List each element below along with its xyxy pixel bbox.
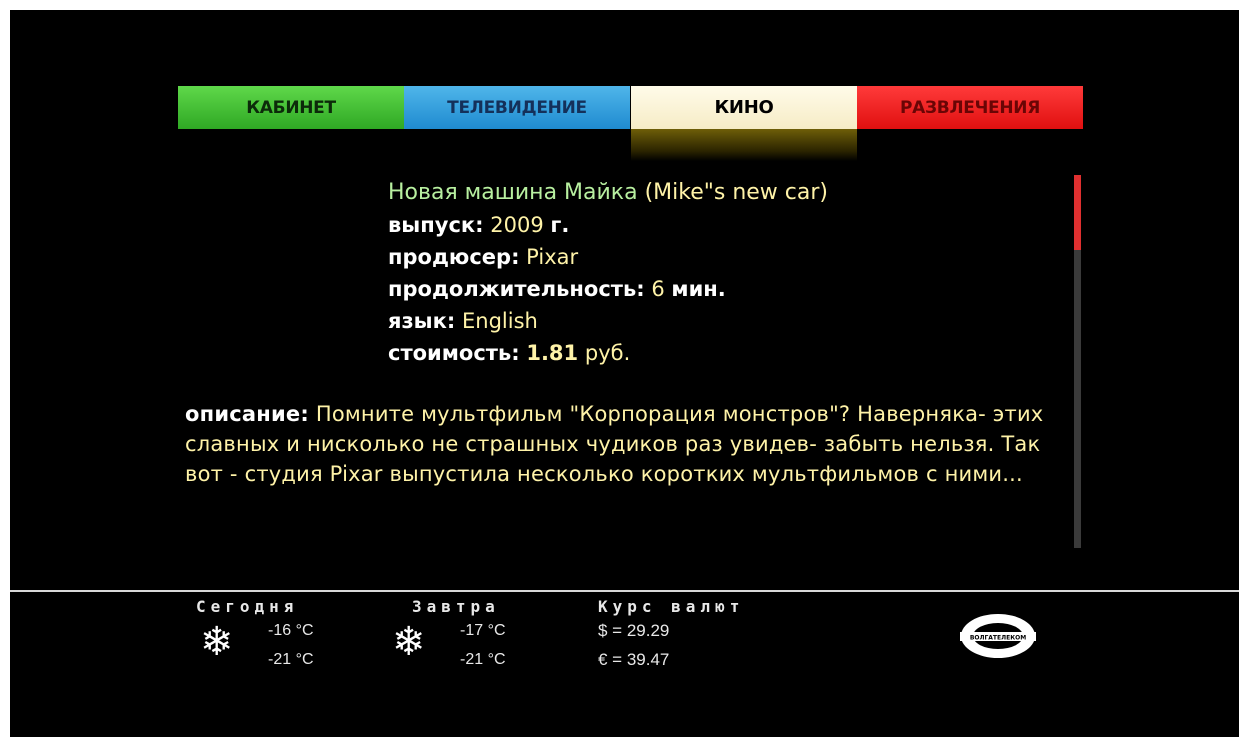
release-suffix: г. bbox=[550, 213, 570, 237]
tab-cabinet[interactable]: КАБИНЕТ bbox=[178, 86, 404, 129]
price-unit: руб. bbox=[584, 341, 631, 365]
price-row: стоимость: 1.81 руб. bbox=[388, 341, 630, 365]
duration-value: 6 bbox=[651, 277, 665, 301]
release-value: 2009 bbox=[490, 213, 544, 237]
tv-screen: КАБИНЕТ ТЕЛЕВИДЕНИЕ КИНО РАЗВЛЕЧЕНИЯ Нов… bbox=[10, 10, 1239, 737]
duration-label: продолжительность: bbox=[388, 277, 645, 301]
tomorrow-low: -21 °C bbox=[460, 651, 506, 668]
footer-divider bbox=[10, 590, 1239, 592]
today-high: -16 °C bbox=[268, 622, 314, 639]
producer-label: продюсер: bbox=[388, 245, 520, 269]
usd-rate: $ = 29.29 bbox=[598, 621, 670, 640]
logo-text: ВОЛГАТЕЛЕКОМ bbox=[970, 635, 1026, 642]
scrollbar-thumb[interactable] bbox=[1074, 175, 1081, 250]
today-low: -21 °C bbox=[268, 651, 314, 668]
language-value: English bbox=[462, 309, 538, 333]
language-row: язык: English bbox=[388, 309, 538, 333]
release-label: выпуск: bbox=[388, 213, 484, 237]
volgatelecom-logo-icon: ВОЛГАТЕЛЕКОМ bbox=[960, 614, 1036, 658]
active-tab-indicator bbox=[631, 129, 857, 161]
release-row: выпуск: 2009 г. bbox=[388, 213, 569, 237]
tab-entertainment[interactable]: РАЗВЛЕЧЕНИЯ bbox=[857, 86, 1083, 129]
description-text: Помните мультфильм "Корпорация монстров"… bbox=[185, 402, 1044, 486]
duration-row: продолжительность: 6 мин. bbox=[388, 277, 726, 301]
tomorrow-label: Завтра bbox=[412, 597, 500, 616]
movie-title: Новая машина Майка (Mike"s new car) bbox=[388, 180, 828, 205]
price-label: стоимость: bbox=[388, 341, 520, 365]
tab-kino[interactable]: КИНО bbox=[631, 86, 857, 129]
snowflake-icon: ❄ bbox=[200, 619, 234, 665]
producer-row: продюсер: Pixar bbox=[388, 245, 578, 269]
snowflake-icon: ❄ bbox=[392, 619, 426, 665]
producer-value: Pixar bbox=[526, 245, 579, 269]
description-label: описание: bbox=[185, 402, 309, 426]
movie-title-en: (Mike"s new car) bbox=[644, 180, 828, 205]
today-label: Сегодня bbox=[196, 597, 299, 616]
description-scrollbar[interactable] bbox=[1074, 175, 1081, 548]
currency-label: Курс валют bbox=[598, 597, 745, 616]
language-label: язык: bbox=[388, 309, 456, 333]
movie-title-ru: Новая машина Майка bbox=[388, 180, 638, 205]
tab-television[interactable]: ТЕЛЕВИДЕНИЕ bbox=[404, 86, 630, 129]
price-value: 1.81 bbox=[526, 341, 579, 365]
description: описание: Помните мультфильм "Корпорация… bbox=[185, 399, 1065, 489]
tomorrow-high: -17 °C bbox=[460, 622, 506, 639]
eur-rate: € = 39.47 bbox=[598, 650, 670, 669]
duration-unit: мин. bbox=[671, 277, 726, 301]
